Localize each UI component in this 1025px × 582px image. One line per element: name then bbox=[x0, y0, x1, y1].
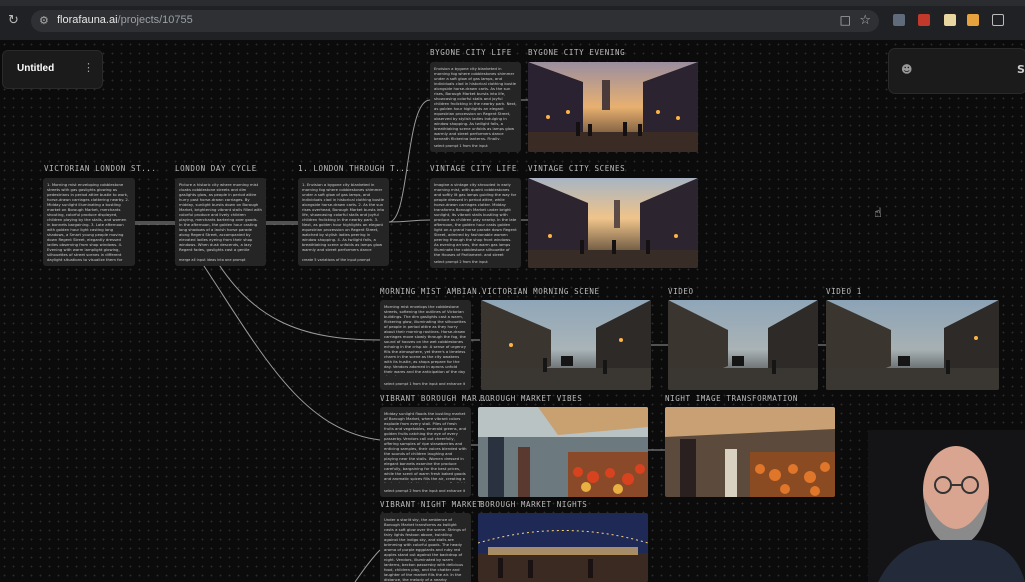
node-label-london-day-cycle: LONDON DAY CYCLE bbox=[175, 164, 257, 173]
victorian-morning-image bbox=[481, 300, 651, 390]
node-instruction: select prompt 2 from the input and enhan… bbox=[384, 488, 466, 493]
presenter-webcam-image bbox=[868, 430, 1025, 582]
wire bbox=[388, 99, 431, 223]
node-instruction: create 5 variations of the input prompt bbox=[302, 257, 371, 262]
node-label-vintage-city-life: VINTAGE CITY LIFE bbox=[430, 164, 517, 173]
video-node-video[interactable] bbox=[668, 300, 818, 390]
node-text: Envision a bygone city blanketed in morn… bbox=[434, 66, 517, 140]
wire bbox=[388, 219, 431, 223]
node-label-victorian-morning-scene: VICTORIAN MORNING SCENE bbox=[482, 287, 600, 296]
node-instruction: select prompt 2 from the input bbox=[434, 259, 488, 264]
node-label-morning-mist: MORNING MIST AMBIAN... bbox=[380, 287, 493, 296]
image-node-night-image-transformation[interactable] bbox=[665, 407, 835, 497]
text-node-vintage-city-life[interactable]: Imagine a vintage city shrouded in early… bbox=[430, 178, 521, 268]
wire bbox=[199, 259, 381, 441]
node-text: Imagine a vintage city shrouded in early… bbox=[434, 182, 517, 256]
node-text: Midday sunlight floods the bustling mark… bbox=[384, 411, 467, 483]
text-node-bygone-city-life[interactable]: Envision a bygone city blanketed in morn… bbox=[430, 62, 521, 152]
share-button-letter[interactable]: S bbox=[1017, 63, 1025, 76]
node-text: Morning mist envelops the cobblestone st… bbox=[384, 304, 466, 376]
borough-vibes-image bbox=[478, 407, 648, 497]
video-1-frame-image bbox=[826, 300, 999, 390]
borough-nights-image bbox=[478, 513, 648, 582]
node-text: Under a starlit sky, the ambience of Bor… bbox=[384, 517, 466, 582]
node-label-vibrant-night-market: VIBRANT NIGHT MARKET bbox=[380, 500, 483, 509]
node-label-victorian-london: VICTORIAN LONDON ST... bbox=[44, 164, 157, 173]
share-panel[interactable]: ☻ S bbox=[888, 48, 1025, 94]
node-text: Picture a historic city where morning mi… bbox=[179, 182, 262, 252]
text-node-vibrant-borough[interactable]: Midday sunlight floods the bustling mark… bbox=[380, 407, 471, 497]
text-node-vibrant-night-market[interactable]: Under a starlit sky, the ambience of Bor… bbox=[380, 513, 471, 582]
project-menu[interactable]: Untitled ⋮ bbox=[2, 50, 103, 89]
node-instruction: merge all input ideas into one prompt bbox=[179, 257, 246, 262]
video-frame-image bbox=[668, 300, 818, 390]
user-icon[interactable]: ☻ bbox=[901, 63, 912, 76]
node-label-bygone-city-evening: BYGONE CITY EVENING bbox=[528, 48, 626, 57]
node-label-video-1: VIDEO 1 bbox=[826, 287, 862, 296]
image-node-bygone-city-evening[interactable] bbox=[528, 62, 698, 152]
wire bbox=[354, 549, 381, 582]
node-label-london-through-time: 1. LONDON THROUGH T... bbox=[298, 164, 411, 173]
node-text: 1. Envision a bygone city blanketed in m… bbox=[302, 182, 385, 252]
node-label-vintage-city-scenes: VINTAGE CITY SCENES bbox=[528, 164, 626, 173]
vintage-scenes-image bbox=[528, 178, 698, 268]
image-node-victorian-morning-scene[interactable] bbox=[481, 300, 651, 390]
node-text: 1. Morning mist enveloping cobblestone s… bbox=[47, 182, 129, 262]
text-node-london-through-time[interactable]: 1. Envision a bygone city blanketed in m… bbox=[298, 178, 389, 266]
more-vertical-icon[interactable]: ⋮ bbox=[83, 61, 94, 74]
node-label-borough-market-nights: BOROUGH MARKET NIGHTS bbox=[480, 500, 588, 509]
node-instruction: select prompt 1 from the input and enhan… bbox=[384, 381, 466, 386]
node-label-bygone-city-life: BYGONE CITY LIFE bbox=[430, 48, 512, 57]
node-label-vibrant-borough: VIBRANT BOROUGH MAR... bbox=[380, 394, 493, 403]
night-transform-image bbox=[665, 407, 835, 497]
project-title[interactable]: Untitled bbox=[17, 63, 54, 74]
text-node-london-day-cycle[interactable]: Picture a historic city where morning mi… bbox=[175, 178, 266, 266]
text-node-victorian-london[interactable]: 1. Morning mist enveloping cobblestone s… bbox=[43, 178, 135, 266]
mouse-cursor-icon: ☝ bbox=[874, 206, 882, 221]
node-label-video: VIDEO bbox=[668, 287, 694, 296]
node-label-night-image-transformation: NIGHT IMAGE TRANSFORMATION bbox=[665, 394, 798, 403]
node-label-borough-market-vibes: BOROUGH MARKET VIBES bbox=[480, 394, 583, 403]
node-instruction: select prompt 1 from the input bbox=[434, 143, 488, 148]
image-node-vintage-city-scenes[interactable] bbox=[528, 178, 698, 268]
image-node-borough-market-nights[interactable] bbox=[478, 513, 648, 582]
video-node-video-1[interactable] bbox=[826, 300, 999, 390]
bygone-evening-image bbox=[528, 62, 698, 152]
image-node-borough-market-vibes[interactable] bbox=[478, 407, 648, 497]
webcam-overlay bbox=[868, 430, 1025, 582]
text-node-morning-mist[interactable]: Morning mist envelops the cobblestone st… bbox=[380, 300, 471, 390]
